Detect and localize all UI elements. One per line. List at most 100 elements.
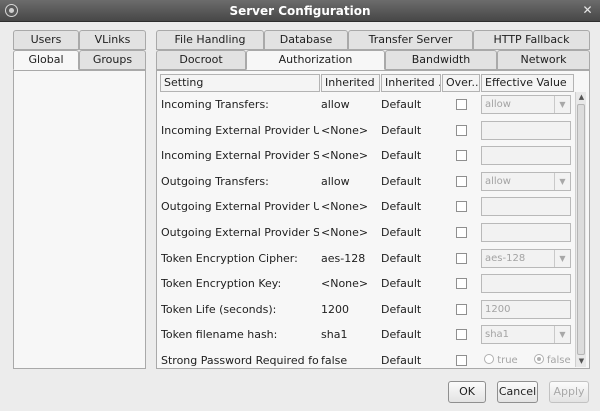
chevron-down-icon[interactable]: ▼ (554, 96, 570, 113)
effective-value-combo[interactable]: allow ▼ (481, 171, 571, 191)
effective-value-input[interactable] (481, 223, 571, 242)
tab-authorization[interactable]: Authorization (246, 50, 385, 70)
override-checkbox[interactable] (456, 124, 467, 136)
table-row: Outgoing Transfers: allow Default allow ▼ (160, 169, 573, 195)
column-header-inherited-from[interactable]: Inherited ... (381, 74, 441, 92)
override-checkbox[interactable] (456, 201, 467, 213)
inherited-from: Default (381, 251, 422, 265)
tab-global[interactable]: Global (13, 50, 79, 70)
override-checkbox[interactable] (456, 227, 467, 238)
table-row: Incoming External Provider SO... <None> … (160, 143, 573, 169)
setting-name: Outgoing External Provider SO... (161, 226, 319, 239)
effective-value-combo[interactable]: sha1 ▼ (481, 325, 571, 345)
inherited-value: allow (321, 98, 350, 111)
window-title: Server Configuration (229, 4, 371, 18)
inherited-value: <None> (321, 123, 369, 137)
override-checkbox[interactable] (456, 99, 467, 110)
cancel-button[interactable]: Cancel (497, 381, 538, 403)
inherited-value: <None> (321, 149, 369, 163)
scrollbar-thumb[interactable] (577, 104, 585, 355)
combo-value: allow (485, 99, 511, 110)
scroll-down-icon[interactable]: ▼ (576, 356, 587, 367)
tab-bandwidth[interactable]: Bandwidth (385, 50, 497, 70)
inherited-value: <None> (321, 226, 369, 239)
setting-name: Token Encryption Key: (161, 277, 282, 291)
setting-name: Token Life (seconds): (161, 302, 277, 316)
vertical-scrollbar[interactable]: ▲ ▼ (575, 92, 586, 367)
ok-button[interactable]: OK (448, 381, 486, 403)
inherited-value: <None> (321, 277, 369, 291)
effective-value-combo[interactable]: allow ▼ (481, 95, 571, 114)
radio-true-label: true (497, 355, 518, 366)
inherited-value: <None> (321, 200, 369, 214)
override-checkbox[interactable] (456, 329, 467, 341)
column-header-effective-value[interactable]: Effective Value (481, 74, 574, 92)
table-row: Token Encryption Cipher: aes-128 Default… (160, 246, 573, 272)
inherited-value: allow (321, 174, 350, 188)
radio-false[interactable] (533, 354, 544, 364)
effective-value-input[interactable]: 1200 (481, 299, 571, 319)
effective-value-input[interactable] (481, 146, 571, 166)
inherited-value: false (321, 354, 348, 367)
tab-database[interactable]: Database (264, 30, 348, 50)
tab-docroot[interactable]: Docroot (156, 50, 246, 70)
inherited-from: Default (381, 226, 422, 239)
radio-true[interactable] (484, 354, 494, 364)
table-row: Outgoing External Provider URL: <None> D… (160, 194, 573, 220)
column-header-inherited-value[interactable]: Inherited ... (321, 74, 380, 92)
override-checkbox[interactable] (456, 252, 467, 264)
override-checkbox[interactable] (456, 303, 467, 315)
tab-http-fallback[interactable]: HTTP Fallback (473, 30, 590, 50)
inherited-from: Default (381, 354, 422, 367)
column-header-override[interactable]: Over... (442, 74, 480, 92)
inherited-from: Default (381, 123, 422, 137)
table-row: Token Life (seconds): 1200 Default 1200 (160, 297, 573, 323)
tab-users[interactable]: Users (13, 30, 79, 50)
setting-name: Strong Password Required for ... (161, 354, 319, 367)
table-row: Token filename hash: sha1 Default sha1 ▼ (160, 322, 573, 348)
effective-value-input[interactable] (481, 120, 571, 140)
effective-value-input[interactable] (481, 274, 571, 294)
table-row: Outgoing External Provider SO... <None> … (160, 220, 573, 246)
override-checkbox[interactable] (456, 150, 467, 162)
chevron-down-icon[interactable]: ▼ (554, 172, 570, 190)
override-checkbox[interactable] (456, 355, 467, 366)
combo-value: aes-128 (485, 252, 526, 264)
table-row: Strong Password Required for ... false D… (160, 348, 573, 367)
scroll-up-icon[interactable]: ▲ (576, 92, 587, 103)
radio-false-label: false (546, 355, 571, 366)
setting-name: Token Encryption Cipher: (161, 251, 298, 265)
global-list-panel[interactable] (13, 70, 146, 369)
setting-name: Outgoing External Provider URL: (161, 200, 319, 214)
setting-name: Outgoing Transfers: (161, 174, 269, 188)
table-row: Incoming Transfers: allow Default allow ▼ (160, 92, 573, 118)
inherited-value: sha1 (321, 328, 348, 342)
table-row: Incoming External Provider URL: <None> D… (160, 118, 573, 144)
table-row: Token Encryption Key: <None> Default (160, 271, 573, 297)
apply-button[interactable]: Apply (549, 381, 589, 403)
authorization-panel: Setting Inherited ... Inherited ... Over… (156, 70, 590, 369)
tab-transfer-server[interactable]: Transfer Server (348, 30, 473, 50)
inherited-from: Default (381, 277, 422, 291)
column-header-setting[interactable]: Setting (160, 74, 320, 92)
tab-file-handling[interactable]: File Handling (156, 30, 264, 50)
close-icon[interactable]: ✕ (581, 4, 594, 17)
chevron-down-icon[interactable]: ▼ (554, 249, 570, 267)
tab-network[interactable]: Network (497, 50, 590, 70)
tab-vlinks[interactable]: VLinks (79, 30, 146, 50)
tab-groups[interactable]: Groups (79, 50, 146, 70)
inherited-from: Default (381, 98, 422, 111)
chevron-down-icon[interactable]: ▼ (554, 326, 570, 344)
inherited-from: Default (381, 328, 422, 342)
effective-value-input[interactable] (481, 197, 571, 217)
setting-name: Token filename hash: (161, 328, 278, 342)
effective-value-combo[interactable]: aes-128 ▼ (481, 248, 571, 268)
effective-value-radio-group: true false (484, 348, 571, 367)
override-checkbox[interactable] (456, 278, 467, 290)
inherited-from: Default (381, 174, 422, 188)
inherited-value: aes-128 (321, 251, 366, 265)
inherited-from: Default (381, 200, 422, 214)
inherited-from: Default (381, 302, 422, 316)
override-checkbox[interactable] (456, 175, 467, 187)
server-configuration-window: Server Configuration ✕ Users VLinks Glob… (0, 0, 600, 411)
